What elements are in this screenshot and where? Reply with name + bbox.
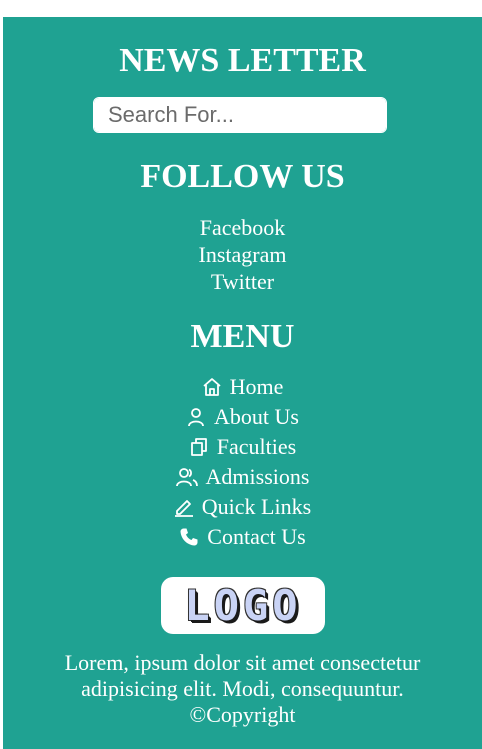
- menu-item-label: About Us: [214, 404, 299, 429]
- menu-item-home[interactable]: Home: [3, 372, 482, 402]
- instagram-link[interactable]: Instagram: [3, 241, 482, 268]
- phone-icon: [180, 528, 198, 546]
- menu-item-label: Quick Links: [201, 494, 312, 519]
- newsletter-form: [93, 97, 387, 133]
- logo-text: LOGO: [184, 581, 302, 630]
- menu-item-label: Home: [229, 374, 284, 399]
- twitter-link[interactable]: Twitter: [3, 268, 482, 295]
- pencil-icon: [174, 500, 193, 517]
- menu-item-label: Faculties: [216, 434, 297, 459]
- footer: NEWS LETTER FOLLOW US Facebook Instagram…: [3, 17, 482, 749]
- facebook-link[interactable]: Facebook: [3, 214, 482, 241]
- follow-us-title: FOLLOW US: [140, 158, 345, 195]
- user-icon: [188, 408, 204, 427]
- menu-item-about-us[interactable]: About Us: [3, 402, 482, 432]
- home-icon: [203, 378, 221, 396]
- copyright: ©Copyright: [189, 702, 296, 727]
- menu-item-faculties[interactable]: Faculties: [3, 432, 482, 462]
- footer-text-line: adipisicing elit. Modi, consequuntur.: [81, 676, 404, 701]
- menu-item-label: Contact Us: [207, 524, 306, 549]
- newsletter-search-input[interactable]: [94, 98, 386, 132]
- menu-item-label: Admissions: [205, 464, 310, 489]
- menu-list: Home About Us Faculties Admissions Quick…: [3, 372, 482, 552]
- menu-item-admissions[interactable]: Admissions: [3, 462, 482, 492]
- menu-title: MENU: [190, 318, 295, 355]
- social-links: Facebook Instagram Twitter: [3, 214, 482, 295]
- menu-item-quick-links[interactable]: Quick Links: [3, 492, 482, 522]
- users-icon: [175, 468, 198, 487]
- logo: LOGO: [161, 577, 325, 634]
- copy-icon: [190, 438, 207, 456]
- footer-text: Lorem, ipsum dolor sit amet consectetur …: [3, 650, 482, 728]
- newsletter-title: NEWS LETTER: [119, 42, 366, 79]
- menu-item-contact-us[interactable]: Contact Us: [3, 522, 482, 552]
- footer-text-line: Lorem, ipsum dolor sit amet consectetur: [64, 650, 421, 675]
